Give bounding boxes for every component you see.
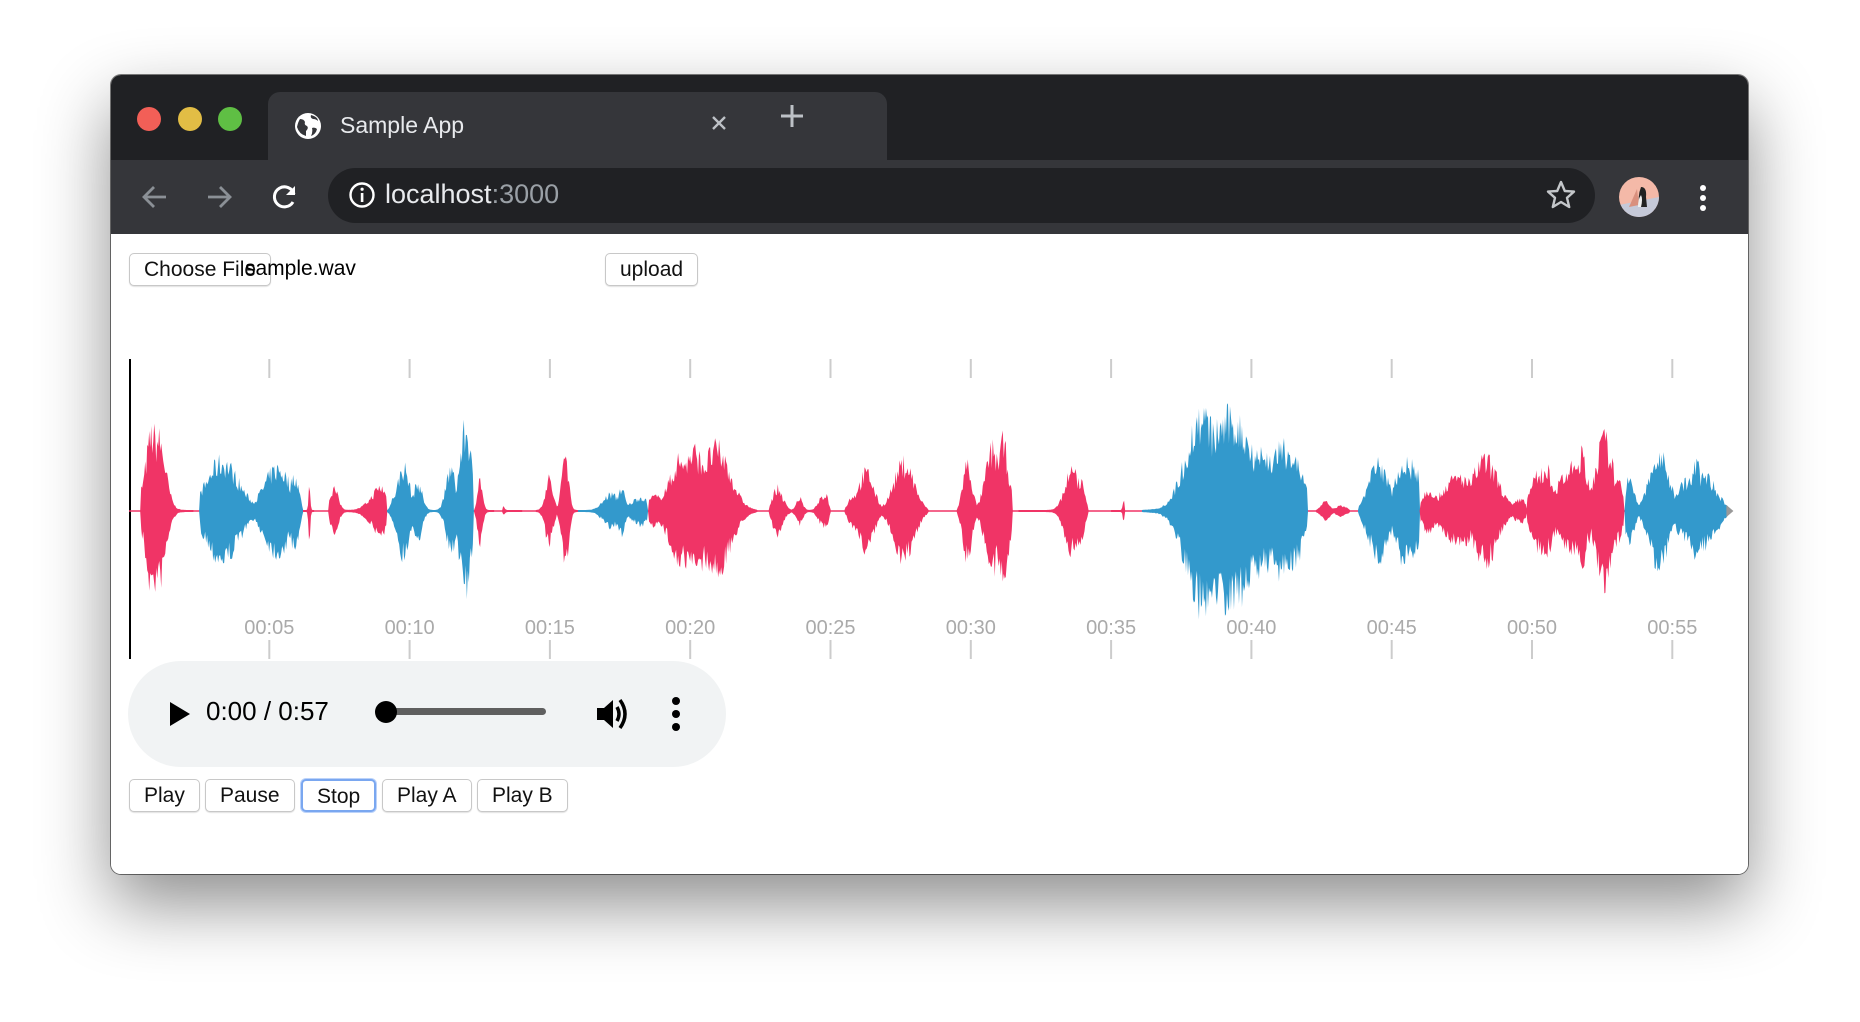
upload-button[interactable]: upload [605, 253, 699, 286]
waveform-segment-b [577, 489, 648, 538]
url-text: localhost:3000 [385, 179, 559, 210]
timeline-label: 00:35 [1086, 617, 1136, 639]
timeline-label: 00:50 [1507, 617, 1557, 639]
waveform-segment-a [956, 430, 1013, 582]
play-icon[interactable] [164, 699, 194, 729]
timeline-label: 00:45 [1367, 617, 1417, 639]
waveform-segment-b [1624, 452, 1729, 572]
new-tab-button[interactable] [775, 99, 809, 133]
more-vert-icon[interactable] [666, 695, 686, 733]
timeline-label: 00:40 [1226, 617, 1276, 639]
waveform-segment-a [1018, 465, 1089, 558]
timeline-label: 00:55 [1647, 617, 1697, 639]
url-host: localhost [385, 179, 492, 209]
seek-slider[interactable] [375, 701, 546, 723]
timeline-label: 00:05 [244, 617, 294, 639]
pause-button[interactable]: Pause [205, 779, 295, 812]
address-bar[interactable]: localhost:3000 [328, 168, 1595, 223]
more-vert-icon[interactable] [1691, 180, 1715, 216]
selected-file-name: sample.wav [245, 257, 356, 280]
play-b-button[interactable]: Play B [477, 779, 568, 812]
page-content: Choose File sample.wav upload 00:05 00:10… [111, 234, 1748, 874]
play-button[interactable]: Play [129, 779, 200, 812]
timeline-label: 00:20 [665, 617, 715, 639]
tab-strip: Sample App [111, 75, 1748, 160]
toolbar: localhost:3000 [111, 160, 1748, 235]
stop-button[interactable]: Stop [301, 779, 377, 812]
tab-title: Sample App [340, 112, 465, 138]
timeline-label: 00:30 [946, 617, 996, 639]
star-icon[interactable] [1545, 179, 1577, 211]
window-maximize-button[interactable] [218, 107, 242, 131]
audio-player: 0:00 / 0:57 [128, 661, 726, 767]
volume-icon[interactable] [594, 695, 632, 733]
waveform[interactable]: 00:05 00:10 00:15 00:20 00:25 00:30 00:35 00:40… [129, 359, 1741, 659]
browser-window: Sample App localhost:3000 Choose File sa… [111, 75, 1748, 874]
waveform-segment-b [1358, 456, 1421, 566]
waveform-segment-a [648, 438, 758, 578]
waveform-segment-a [768, 484, 831, 538]
url-port: :3000 [491, 179, 560, 209]
waveform-segment-a [1526, 429, 1625, 594]
info-icon[interactable] [348, 181, 376, 209]
waveform-segment-a [474, 478, 495, 547]
waveform-segment-a [535, 456, 578, 563]
forward-icon[interactable] [200, 178, 238, 216]
timeline-label: 00:25 [805, 617, 855, 639]
globe-icon [295, 113, 321, 139]
waveform-segment-b [434, 419, 474, 600]
waveform-segment-a [1419, 453, 1527, 570]
avatar[interactable] [1619, 177, 1659, 217]
waveform-segment-a [140, 423, 194, 592]
waveform-segment-a [1315, 501, 1350, 521]
waveform-segment-a [1111, 500, 1126, 521]
waveform-end-marker [1726, 505, 1734, 517]
waveform-segment-b [1141, 403, 1308, 620]
waveform-segment-a [844, 455, 929, 565]
waveform-segment-a [328, 485, 388, 536]
window-minimize-button[interactable] [178, 107, 202, 131]
close-icon [712, 116, 726, 130]
waveform-segment-a [502, 506, 523, 515]
timeline-label: 00:15 [525, 617, 575, 639]
waveform-segment-b [199, 454, 304, 564]
reload-icon[interactable] [266, 178, 304, 216]
timeline-label: 00:10 [385, 617, 435, 639]
playback-time: 0:00 / 0:57 [206, 696, 329, 726]
seek-slider-thumb[interactable] [375, 701, 397, 723]
plus-icon [781, 105, 803, 127]
waveform-segment-b [387, 462, 436, 563]
back-icon[interactable] [136, 178, 174, 216]
penguin-avatar-image [1619, 187, 1659, 217]
close-tab-button[interactable] [704, 108, 734, 138]
waveform-segment-a [302, 486, 314, 540]
play-a-button[interactable]: Play A [382, 779, 472, 812]
window-close-button[interactable] [137, 107, 161, 131]
